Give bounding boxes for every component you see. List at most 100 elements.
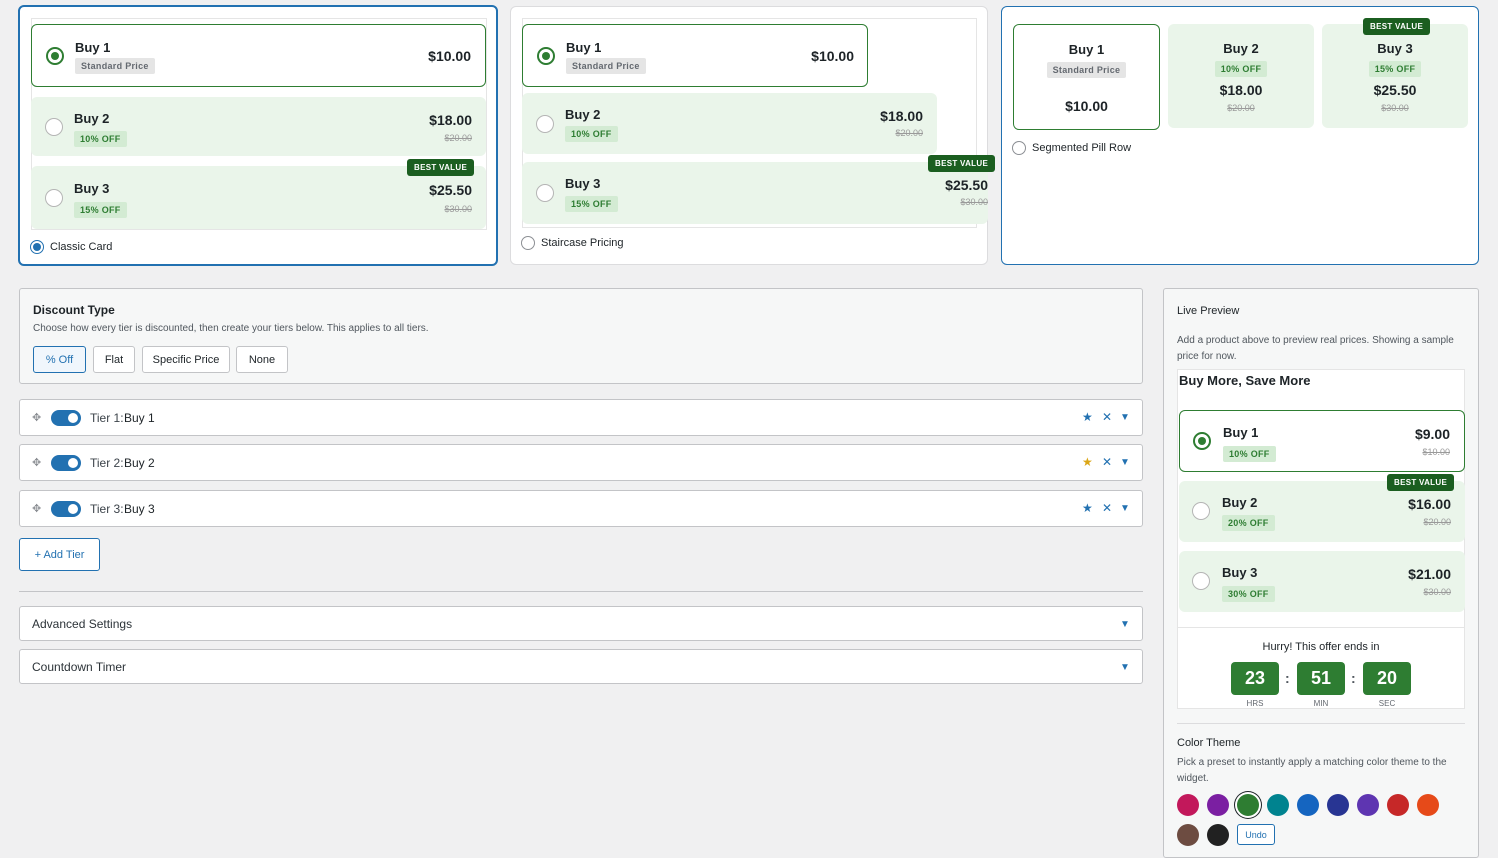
- tier-prefix: Tier 3:: [90, 502, 124, 516]
- countdown-seconds-label: SEC: [1378, 699, 1396, 708]
- close-icon[interactable]: ✕: [1102, 456, 1112, 468]
- staircase-option-radio: [537, 47, 555, 65]
- layout-card-classic[interactable]: Buy 1 Standard Price $10.00 Buy 2 10% OF…: [18, 5, 498, 266]
- discount-type-percent-button[interactable]: % Off: [33, 346, 86, 373]
- color-swatch[interactable]: [1207, 794, 1229, 816]
- undo-theme-button[interactable]: Undo: [1237, 824, 1275, 845]
- color-swatch[interactable]: [1177, 794, 1199, 816]
- pill-option-price: $10.00: [1065, 98, 1108, 114]
- layout-radio-staircase[interactable]: [521, 236, 535, 250]
- color-swatch[interactable]: [1267, 794, 1289, 816]
- color-swatch[interactable]: [1417, 794, 1439, 816]
- staircase-option-original: $20.00: [895, 128, 923, 138]
- countdown-separator: :: [1285, 670, 1290, 686]
- close-icon[interactable]: ✕: [1102, 411, 1112, 423]
- countdown-hours-label: HRS: [1246, 699, 1264, 708]
- preview-option-radio[interactable]: [1192, 502, 1210, 520]
- pill-option-tag-wrap: Standard Price: [1014, 62, 1159, 78]
- color-swatch[interactable]: [1357, 794, 1379, 816]
- star-icon[interactable]: ★: [1082, 502, 1093, 514]
- drag-handle-icon[interactable]: ✥: [32, 412, 41, 424]
- staircase-option-tag: 15% OFF: [565, 196, 618, 212]
- preview-option-tag: 30% OFF: [1222, 586, 1275, 602]
- color-swatch[interactable]: [1327, 794, 1349, 816]
- classic-option-buy1: Buy 1 Standard Price $10.00: [31, 24, 486, 87]
- add-tier-button[interactable]: + Add Tier: [19, 538, 100, 571]
- color-swatch[interactable]: [1207, 824, 1229, 846]
- divider: [19, 591, 1143, 592]
- classic-option-price: $18.00: [429, 112, 472, 128]
- layout-card-pill-row[interactable]: Buy 1 Standard Price $10.00 Buy 2 10% OF…: [1001, 6, 1479, 265]
- advanced-settings-section[interactable]: Advanced Settings ▼: [19, 606, 1143, 641]
- layout-card-staircase[interactable]: Buy 1 Standard Price $10.00 Buy 2 10% OF…: [510, 6, 996, 265]
- color-theme-title: Color Theme: [1177, 737, 1241, 749]
- preview-option-radio[interactable]: [1193, 432, 1211, 450]
- staircase-option-qty: Buy 2: [565, 107, 601, 122]
- preview-option-price: $21.00: [1408, 566, 1451, 582]
- preview-option-buy3[interactable]: Buy 3 30% OFF $21.00 $30.00: [1179, 551, 1465, 612]
- close-icon[interactable]: ✕: [1102, 502, 1112, 514]
- chevron-down-icon[interactable]: ▼: [1120, 457, 1130, 469]
- pill-option-tag-wrap: 10% OFF: [1168, 61, 1314, 77]
- tier-enabled-toggle[interactable]: [51, 501, 81, 517]
- tier-enabled-toggle[interactable]: [51, 455, 81, 471]
- preview-option-qty: Buy 1: [1223, 425, 1259, 440]
- drag-handle-icon[interactable]: ✥: [32, 503, 41, 515]
- staircase-option-price: $18.00: [880, 108, 923, 124]
- color-swatch[interactable]: [1297, 794, 1319, 816]
- tier-enabled-toggle[interactable]: [51, 410, 81, 426]
- staircase-option-price: $25.50: [945, 177, 988, 193]
- tier-row: ✥ Tier 1: Buy 1 ★ ✕ ▼: [19, 399, 1143, 436]
- preview-option-qty: Buy 2: [1222, 495, 1258, 510]
- star-icon[interactable]: ★: [1082, 456, 1093, 468]
- star-icon[interactable]: ★: [1082, 411, 1093, 423]
- drag-handle-icon[interactable]: ✥: [32, 457, 41, 469]
- classic-option-qty: Buy 2: [74, 111, 110, 126]
- preview-option-buy1[interactable]: Buy 1 10% OFF $9.00 $10.00: [1179, 410, 1465, 472]
- preview-option-qty: Buy 3: [1222, 565, 1258, 580]
- staircase-option-original: $30.00: [960, 197, 988, 207]
- staircase-option-price: $10.00: [811, 48, 854, 64]
- best-value-badge: BEST VALUE: [407, 159, 475, 176]
- color-swatch-selected[interactable]: [1237, 794, 1259, 816]
- layout-radio-pill-row[interactable]: [1012, 141, 1026, 155]
- tier-name: Buy 2: [124, 456, 155, 470]
- countdown-minutes: 51: [1297, 662, 1345, 695]
- color-swatch[interactable]: [1387, 794, 1409, 816]
- color-theme-description: Pick a preset to instantly apply a match…: [1177, 757, 1447, 784]
- pill-option-price: $18.00: [1219, 82, 1263, 98]
- discount-type-specific-price-button[interactable]: Specific Price: [142, 346, 230, 373]
- countdown-timer-section[interactable]: Countdown Timer ▼: [19, 649, 1143, 684]
- classic-option-radio: [45, 118, 63, 136]
- staircase-option-qty: Buy 1: [566, 40, 602, 55]
- discount-type-description: Choose how every tier is discounted, the…: [33, 323, 429, 334]
- preview-option-original: $20.00: [1423, 517, 1451, 527]
- pill-option-buy1: Buy 1 Standard Price $10.00: [1013, 24, 1160, 130]
- chevron-down-icon[interactable]: ▼: [1120, 412, 1130, 424]
- pill-option-original: $30.00: [1381, 103, 1409, 113]
- discount-type-flat-button[interactable]: Flat: [93, 346, 135, 373]
- discount-type-none-button[interactable]: None: [236, 346, 288, 373]
- layout-label-classic: Classic Card: [50, 241, 113, 253]
- countdown-divider: [1178, 627, 1464, 628]
- chevron-down-icon[interactable]: ▼: [1120, 662, 1130, 674]
- classic-option-original: $30.00: [444, 204, 472, 214]
- preview-option-original: $30.00: [1423, 587, 1451, 597]
- tier-prefix: Tier 1:: [90, 411, 124, 425]
- chevron-down-icon[interactable]: ▼: [1120, 619, 1130, 631]
- classic-option-qty: Buy 3: [74, 181, 110, 196]
- preview-option-radio[interactable]: [1192, 572, 1210, 590]
- countdown-hours: 23: [1231, 662, 1279, 695]
- tier-name: Buy 3: [124, 502, 155, 516]
- classic-option-buy2: Buy 2 10% OFF $18.00 $20.00: [31, 97, 486, 156]
- chevron-down-icon[interactable]: ▼: [1120, 503, 1130, 515]
- layout-radio-classic[interactable]: [30, 240, 44, 254]
- pill-option-buy2: Buy 2 10% OFF $18.00 $20.00: [1168, 24, 1314, 128]
- countdown-heading: Hurry! This offer ends in: [1262, 641, 1380, 653]
- classic-option-radio: [45, 189, 63, 207]
- live-preview-note: Add a product above to preview real pric…: [1177, 335, 1454, 362]
- color-swatch[interactable]: [1177, 824, 1199, 846]
- live-preview-title: Live Preview: [1177, 305, 1240, 317]
- classic-option-radio: [46, 47, 64, 65]
- classic-option-price: $25.50: [429, 182, 472, 198]
